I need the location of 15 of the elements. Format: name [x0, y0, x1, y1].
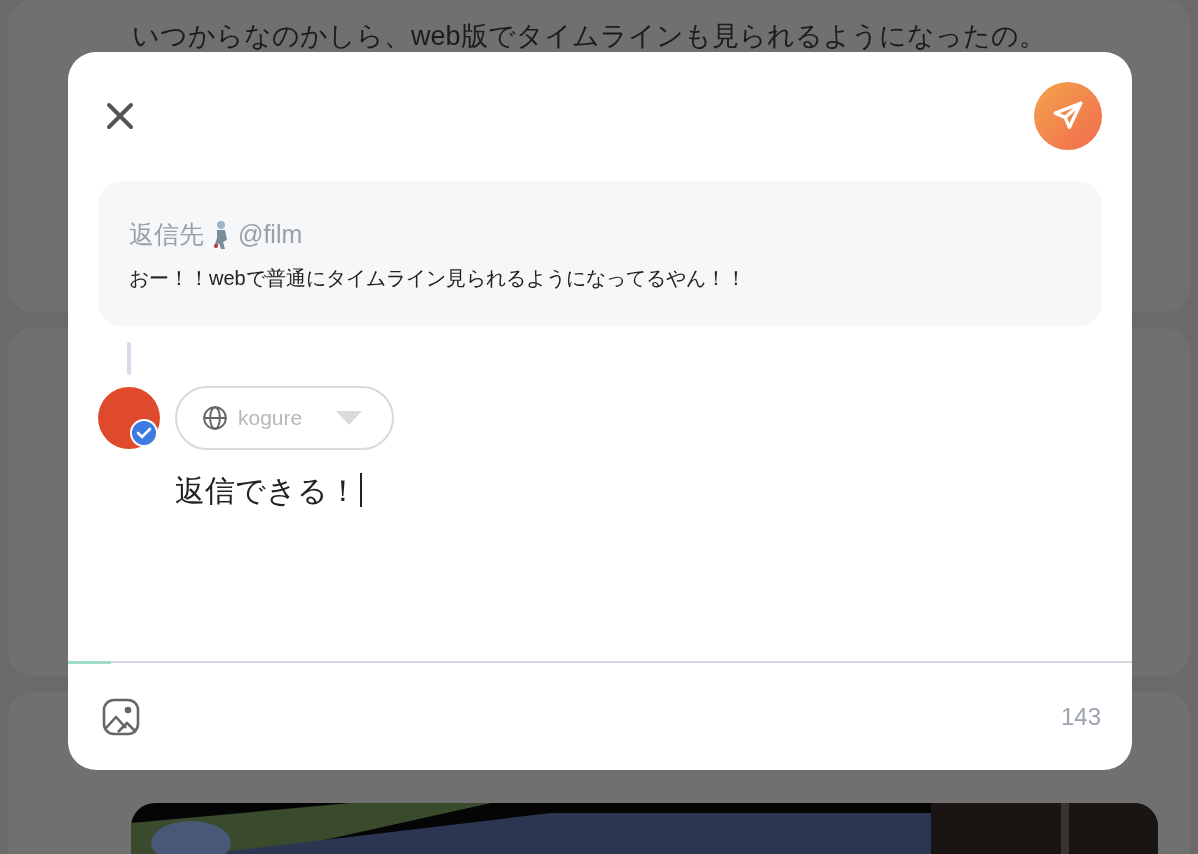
- globe-icon: [202, 405, 228, 431]
- image-button[interactable]: [102, 697, 140, 736]
- reply-to-handle[interactable]: @film: [238, 216, 303, 254]
- thread-line: [127, 342, 131, 375]
- close-icon: [106, 102, 134, 130]
- reply-text-field[interactable]: 返信できる！: [175, 468, 394, 512]
- post-text: いつからなのかしら、web版でタイムラインも見られるようになったの。: [132, 21, 1046, 51]
- character-count: 143: [1060, 701, 1101, 732]
- image-icon: [102, 697, 140, 736]
- audience-dropdown[interactable]: kogure: [175, 386, 394, 450]
- close-button[interactable]: [104, 100, 136, 132]
- caret-icon: [336, 411, 362, 425]
- figure-icon: [212, 220, 230, 250]
- quoted-text: おー！！webで普通にタイムライン見られるようになってるやん！！: [129, 267, 746, 289]
- reply-to-label: 返信先: [129, 219, 204, 251]
